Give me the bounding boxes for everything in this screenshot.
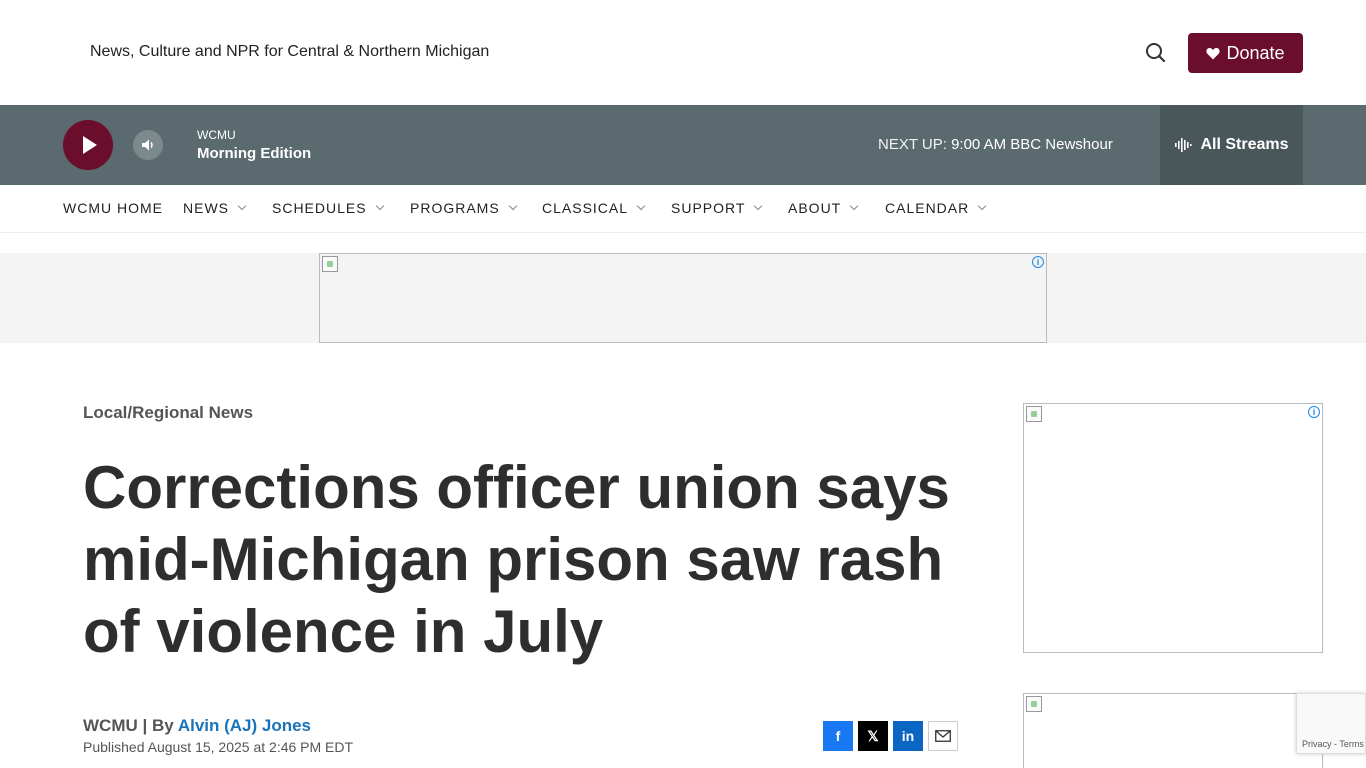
nav-item-about[interactable]: ABOUT bbox=[788, 200, 859, 216]
ad-info-icon[interactable]: i bbox=[1308, 406, 1320, 418]
nav-item-label: CLASSICAL bbox=[542, 200, 629, 216]
chevron-down-icon bbox=[508, 201, 517, 211]
recaptcha-links: Privacy - Terms bbox=[1302, 739, 1364, 749]
share-email-button[interactable] bbox=[928, 721, 958, 751]
nav-item-calendar[interactable]: CALENDAR bbox=[885, 200, 987, 216]
play-icon bbox=[83, 136, 97, 154]
chevron-down-icon bbox=[636, 201, 646, 211]
donate-button[interactable]: Donate bbox=[1188, 33, 1303, 73]
now-playing: WCMU Morning Edition bbox=[197, 128, 311, 162]
nav-item-label: ABOUT bbox=[788, 200, 842, 216]
volume-button[interactable] bbox=[133, 130, 163, 160]
byline-by: By bbox=[151, 716, 174, 735]
site-header: News, Culture and NPR for Central & Nort… bbox=[0, 0, 1366, 105]
recaptcha-badge[interactable]: Privacy - Terms bbox=[1296, 693, 1366, 754]
chevron-down-icon bbox=[237, 201, 247, 211]
facebook-icon: f bbox=[835, 728, 841, 744]
share-facebook-button[interactable]: f bbox=[823, 721, 853, 751]
published-date: Published August 15, 2025 at 2:46 PM EDT bbox=[83, 739, 354, 755]
volume-icon bbox=[142, 139, 153, 151]
nav-item-label: SUPPORT bbox=[671, 200, 746, 216]
share-x-button[interactable]: 𝕏 bbox=[858, 721, 888, 751]
main-nav: WCMU HOME NEWS SCHEDULES PROGRAMS CLASSI… bbox=[0, 185, 1366, 233]
broken-image-icon bbox=[322, 256, 338, 272]
author-link[interactable]: Alvin (AJ) Jones bbox=[178, 716, 311, 735]
article-category[interactable]: Local/Regional News bbox=[83, 403, 963, 423]
site-tagline: News, Culture and NPR for Central & Nort… bbox=[90, 43, 490, 60]
next-up: NEXT UP: 9:00 AM BBC Newshour bbox=[878, 136, 1113, 153]
chevron-down-icon bbox=[375, 201, 384, 211]
audio-player-bar: WCMU Morning Edition NEXT UP: 9:00 AM BB… bbox=[0, 105, 1366, 185]
article-byline: WCMU | By Alvin (AJ) Jones bbox=[83, 716, 311, 736]
nav-item-schedules[interactable]: SCHEDULES bbox=[272, 200, 384, 216]
all-streams-button[interactable]: All Streams bbox=[1160, 105, 1303, 185]
donate-label: Donate bbox=[1226, 42, 1285, 63]
recaptcha-terms-link[interactable]: Terms bbox=[1339, 739, 1364, 749]
next-up-label: NEXT UP: bbox=[878, 136, 947, 153]
nav-item-programs[interactable]: PROGRAMS bbox=[410, 200, 517, 216]
search-button[interactable] bbox=[1143, 40, 1169, 66]
byline-separator: | bbox=[142, 716, 152, 735]
byline-source: WCMU bbox=[83, 716, 138, 735]
broken-image-icon bbox=[1026, 696, 1042, 712]
share-buttons: f 𝕏 in bbox=[823, 721, 958, 751]
nav-item-news[interactable]: NEWS bbox=[183, 200, 247, 216]
broken-image-icon bbox=[1026, 406, 1042, 422]
ad-info-icon[interactable]: i bbox=[1032, 256, 1044, 268]
nav-item-label: CALENDAR bbox=[885, 200, 970, 216]
ad-band: i bbox=[0, 253, 1366, 343]
chevron-down-icon bbox=[978, 201, 987, 211]
sidebar-ad-1[interactable]: i bbox=[1023, 403, 1323, 653]
nav-item-support[interactable]: SUPPORT bbox=[671, 200, 763, 216]
nav-item-label: PROGRAMS bbox=[410, 200, 500, 216]
nav-item-wcmu-home[interactable]: WCMU HOME bbox=[63, 200, 163, 216]
nav-item-label: SCHEDULES bbox=[272, 200, 367, 216]
all-streams-label: All Streams bbox=[1200, 136, 1289, 153]
next-up-value: 9:00 AM BBC Newshour bbox=[951, 136, 1113, 153]
audio-wave-icon bbox=[1175, 138, 1193, 152]
share-linkedin-button[interactable]: in bbox=[893, 721, 923, 751]
article-headline: Corrections officer union says mid-Michi… bbox=[83, 454, 950, 665]
nav-item-classical[interactable]: CLASSICAL bbox=[542, 200, 646, 216]
linkedin-icon: in bbox=[901, 728, 915, 744]
heart-icon bbox=[1206, 47, 1221, 59]
nav-item-label: NEWS bbox=[183, 200, 229, 216]
x-icon: 𝕏 bbox=[867, 727, 879, 744]
nav-item-label: WCMU HOME bbox=[63, 200, 163, 216]
email-icon bbox=[935, 730, 951, 742]
chevron-down-icon bbox=[849, 201, 859, 211]
play-button[interactable] bbox=[63, 120, 113, 170]
sidebar-ad-2[interactable] bbox=[1023, 693, 1323, 768]
article-header: Local/Regional News Corrections officer … bbox=[83, 403, 963, 668]
station-name: WCMU bbox=[197, 128, 236, 142]
chevron-down-icon bbox=[754, 201, 763, 211]
search-icon bbox=[1146, 43, 1166, 63]
show-title: Morning Edition bbox=[197, 145, 312, 162]
recaptcha-privacy-link[interactable]: Privacy bbox=[1302, 739, 1332, 749]
leaderboard-ad[interactable]: i bbox=[319, 253, 1047, 343]
